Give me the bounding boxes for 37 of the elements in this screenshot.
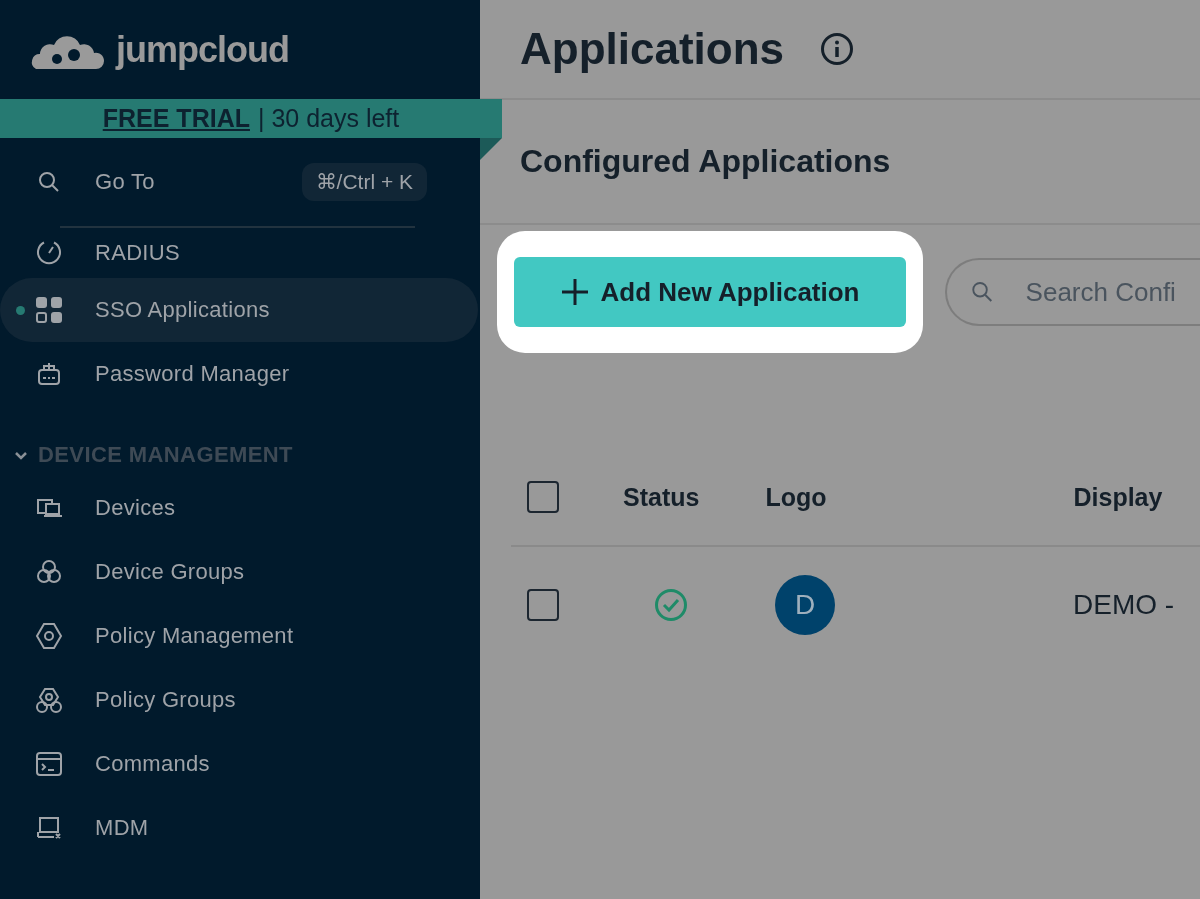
terminal-icon: [35, 750, 63, 778]
row-checkbox[interactable]: [527, 589, 559, 621]
nav-item[interactable]: Password Manager: [0, 342, 478, 406]
plus-icon: [560, 277, 591, 307]
nav-item[interactable]: RADIUS: [0, 228, 478, 278]
page-title: Applications: [520, 24, 785, 74]
nav-item[interactable]: MDM: [0, 796, 478, 860]
column-header: Logo: [765, 482, 827, 512]
nav-item[interactable]: Commands: [0, 732, 478, 796]
nav-item[interactable]: Policy Groups: [0, 668, 478, 732]
hexagon-icon: [35, 622, 63, 650]
days-left-text: | 30 days left: [257, 104, 400, 133]
nav-item[interactable]: SSO Applications: [0, 278, 478, 342]
column-header: Display: [1073, 482, 1163, 512]
active-dot-icon: [16, 305, 25, 315]
app-logo-avatar: D: [775, 575, 835, 635]
add-application-button[interactable]: Add New Application: [514, 257, 906, 327]
grid-icon: [35, 296, 63, 324]
banner-fold-icon: [480, 138, 502, 160]
check-circle-icon: [654, 588, 688, 622]
shortcut-chip: ⌘/Ctrl + K: [301, 163, 427, 201]
search-field[interactable]: Search Confi: [945, 258, 1200, 326]
nav-item[interactable]: Policy Management: [0, 604, 478, 668]
group-icon: [35, 686, 63, 714]
select-all-checkbox[interactable]: [527, 481, 559, 513]
search-input[interactable]: Search Confi: [1023, 275, 1200, 309]
circles-icon: [35, 558, 63, 586]
column-header: Status: [623, 482, 700, 512]
info-icon[interactable]: [820, 32, 855, 66]
nav-item[interactable]: Device Groups: [0, 540, 478, 604]
logo-text: jumpcloud: [116, 28, 289, 71]
goto-row[interactable]: Go To ⌘/Ctrl + K: [0, 138, 480, 226]
vault-icon: [35, 360, 63, 388]
nav-item[interactable]: Devices: [0, 476, 478, 540]
display-name-cell: DEMO -: [1073, 589, 1175, 621]
gauge-icon: [35, 239, 63, 267]
section-title: Configured Applications: [520, 143, 891, 180]
